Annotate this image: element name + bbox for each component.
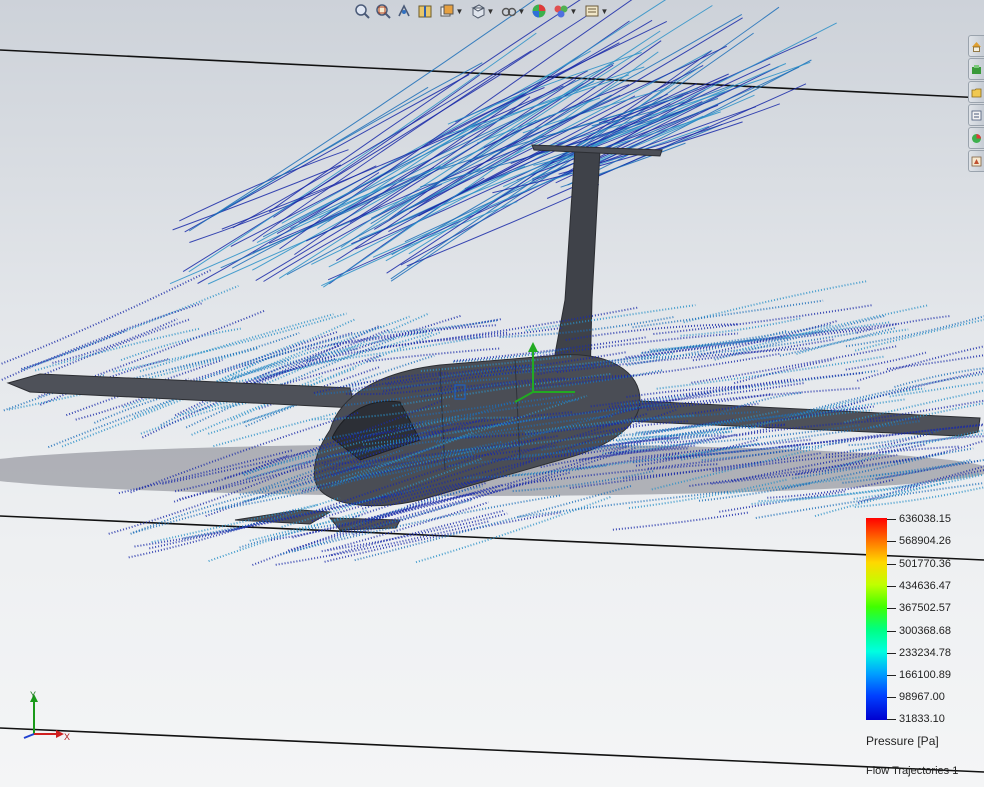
- previous-view-icon[interactable]: [394, 1, 414, 21]
- home-icon[interactable]: [968, 35, 984, 57]
- section-view-icon[interactable]: [415, 1, 435, 21]
- flow-trajectory-line: [370, 13, 743, 219]
- reference-triad[interactable]: Y X: [14, 690, 74, 742]
- flow-trajectory-line: [719, 490, 846, 513]
- graphics-viewport[interactable]: ▼ ▼ ▼ ▼ ▼ 636038.15 568904.26 501770.36 …: [0, 0, 984, 787]
- legend-value: 636038.15: [899, 513, 951, 525]
- legend-color-bar: [866, 518, 887, 720]
- legend-value: 166100.89: [899, 669, 951, 681]
- task-pane-tabs: [968, 35, 984, 172]
- flow-trajectory-line: [807, 372, 984, 412]
- flow-trajectory-line: [279, 494, 562, 556]
- flow-trajectory-line: [181, 331, 353, 387]
- hide-show-items-icon[interactable]: ▼: [498, 1, 528, 21]
- legend-value: 233234.78: [899, 647, 951, 659]
- flow-simulation-scene: [0, 0, 984, 773]
- view-settings-icon[interactable]: ▼: [581, 1, 611, 21]
- design-library-icon[interactable]: [968, 58, 984, 80]
- legend-value: 31833.10: [899, 713, 945, 725]
- appearances-icon[interactable]: [968, 127, 984, 149]
- display-style-icon[interactable]: ▼: [467, 1, 497, 21]
- zoom-to-fit-icon[interactable]: [352, 1, 372, 21]
- legend-value: 300368.68: [899, 625, 951, 637]
- legend-value: 434636.47: [899, 580, 951, 592]
- pressure-legend[interactable]: 636038.15 568904.26 501770.36 434636.47 …: [866, 513, 984, 748]
- flow-trajectory-line: [632, 299, 824, 329]
- flow-trajectory-line: [854, 318, 984, 352]
- triad-x-label: X: [64, 732, 70, 742]
- heads-up-view-toolbar: ▼ ▼ ▼ ▼ ▼: [352, 1, 611, 21]
- view-orientation-icon[interactable]: ▼: [436, 1, 466, 21]
- zoom-to-area-icon[interactable]: [373, 1, 393, 21]
- flow-trajectory-line: [686, 372, 863, 397]
- plot-name-label: Flow Trajectories 1: [866, 765, 959, 777]
- flow-trajectory-line: [617, 430, 733, 443]
- flow-trajectory-line: [680, 317, 803, 337]
- flow-trajectory-line: [845, 351, 927, 371]
- flow-trajectory-line: [454, 20, 668, 123]
- edit-appearance-icon[interactable]: [529, 1, 549, 21]
- view-palette-icon[interactable]: [968, 104, 984, 126]
- flow-trajectory-line: [52, 318, 178, 364]
- legend-value: 501770.36: [899, 558, 951, 570]
- flow-trajectory-line: [447, 52, 642, 125]
- flow-trajectory-line: [620, 369, 878, 406]
- domain-edge-top: [0, 49, 984, 99]
- flow-trajectory-line: [366, 347, 500, 363]
- domain-edge-middle: [0, 515, 984, 561]
- domain-edge-bottom: [0, 727, 984, 773]
- apply-scene-icon[interactable]: ▼: [550, 1, 580, 21]
- flow-trajectory-line: [626, 329, 788, 367]
- legend-value: 98967.00: [899, 691, 945, 703]
- legend-value: 367502.57: [899, 602, 951, 614]
- left-wing: [6, 373, 356, 409]
- left-canard: [234, 509, 332, 525]
- flow-trajectory-line: [683, 280, 868, 324]
- legend-title: Pressure [Pa]: [866, 734, 939, 748]
- legend-value: 568904.26: [899, 535, 951, 547]
- flow-trajectory-line: [612, 511, 749, 531]
- custom-properties-icon[interactable]: [968, 150, 984, 172]
- triad-y-label: Y: [30, 690, 36, 700]
- file-explorer-icon[interactable]: [968, 81, 984, 103]
